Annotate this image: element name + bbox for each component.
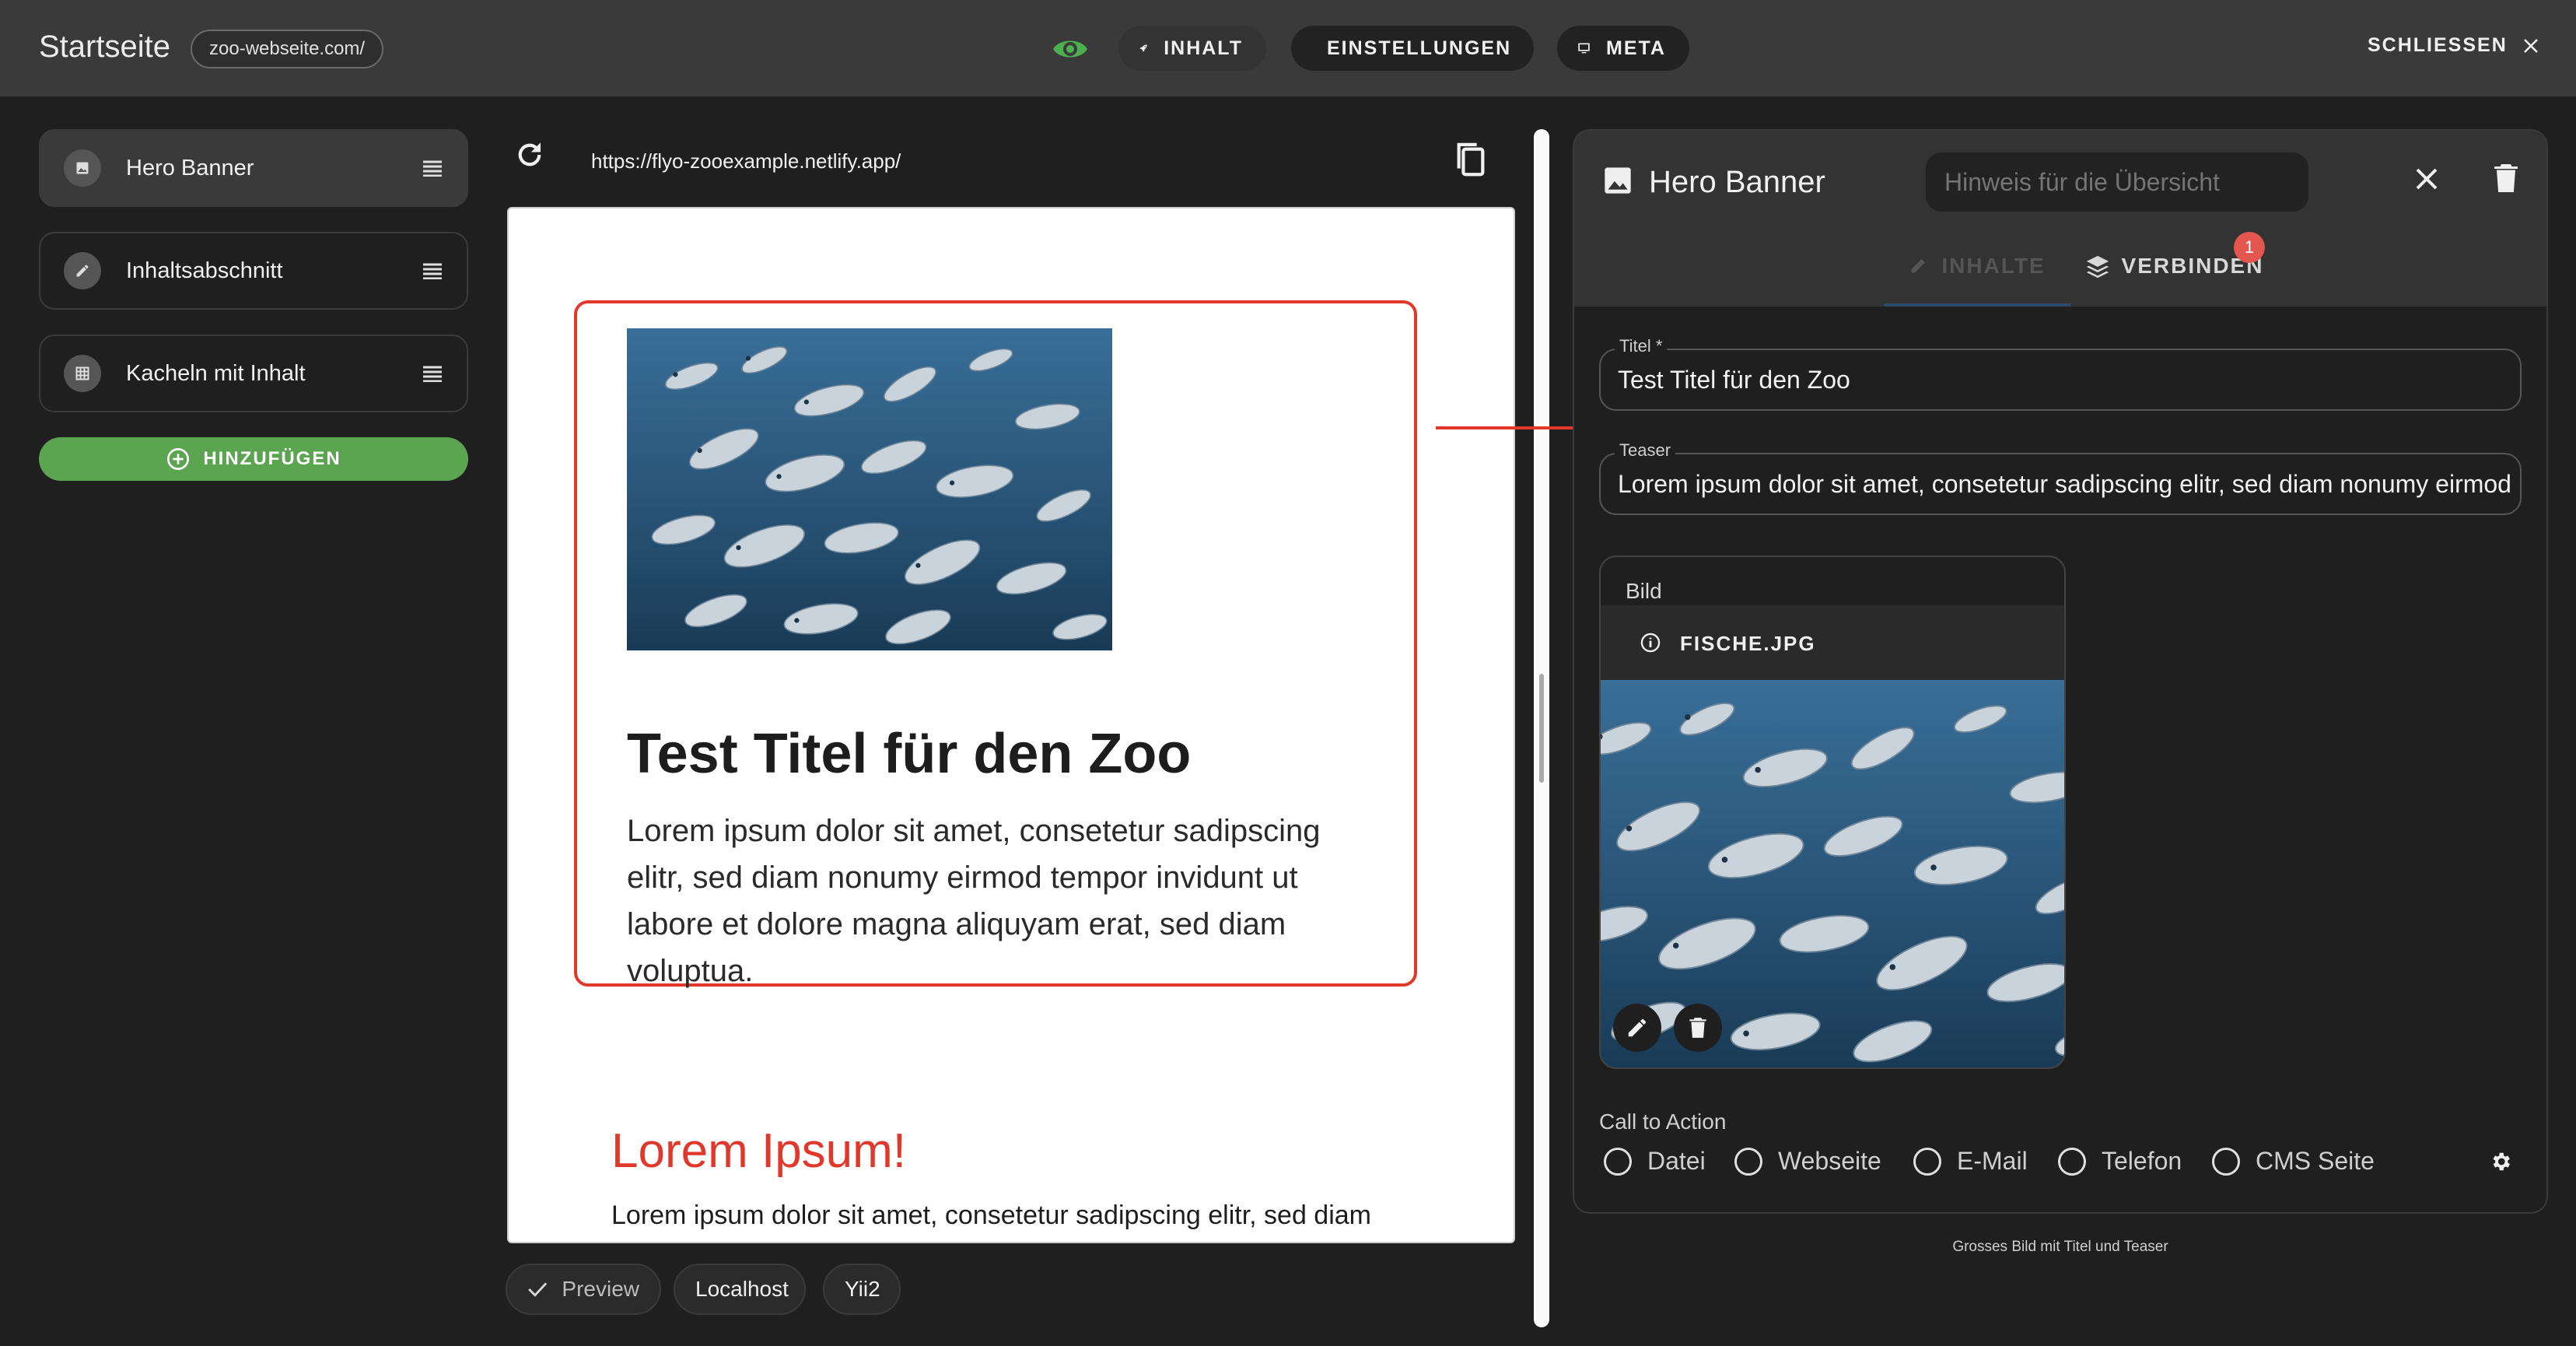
image-icon <box>64 149 101 187</box>
tab-inhalte[interactable]: INHALTE <box>1884 249 2070 307</box>
hero-teaser: Lorem ipsum dolor sit amet, consetetur s… <box>627 814 1321 988</box>
rocket-icon <box>1139 44 1147 52</box>
close-icon[interactable] <box>2413 165 2441 197</box>
top-bar <box>0 0 2576 96</box>
pencil-icon <box>64 252 101 289</box>
radio-circle[interactable] <box>2212 1147 2240 1176</box>
cta-option-label: E-Mail <box>1957 1147 2028 1175</box>
chip-preview[interactable]: Preview <box>506 1264 661 1315</box>
close-button[interactable]: SCHLIESSEN <box>2368 34 2540 57</box>
cta-option-webseite[interactable]: Webseite <box>1734 1147 1881 1176</box>
image-field-label: Bild <box>1626 579 1662 603</box>
teaser-field[interactable]: Teaser Lorem ipsum dolor sit amet, conse… <box>1599 440 2522 515</box>
tab-einstellungen[interactable]: EINSTELLUNGEN <box>1291 26 1534 71</box>
add-block-button[interactable]: HINZUFÜGEN <box>39 437 468 481</box>
chip-yii2[interactable]: Yii2 <box>823 1264 901 1315</box>
tab-einstellungen-label: EINSTELLUNGEN <box>1327 37 1512 59</box>
hero-title: Test Titel für den Zoo <box>627 723 1192 785</box>
page-title: Startseite <box>39 30 170 64</box>
cta-option-label: Telefon <box>2102 1147 2182 1175</box>
titel-field-label: Titel * <box>1615 336 1668 356</box>
info-icon <box>1640 632 1661 657</box>
cta-option-label: Datei <box>1647 1147 1706 1175</box>
preview-frame[interactable]: Test Titel für den Zoo Lorem ipsum dolor… <box>507 207 1515 1243</box>
chip-label: Yii2 <box>845 1277 880 1301</box>
chip-label: Preview <box>562 1277 639 1301</box>
image-field-card: Bild FISCHE.JPG <box>1599 556 2066 1069</box>
tab-inhalt[interactable]: INHALT <box>1118 26 1266 71</box>
pencil-icon <box>1628 1018 1647 1037</box>
sidebar-item-label: Hero Banner <box>126 155 254 181</box>
reload-icon[interactable] <box>513 138 546 175</box>
image-icon <box>1602 165 1633 200</box>
drag-handle-icon[interactable] <box>422 365 443 382</box>
cta-option-email[interactable]: E-Mail <box>1913 1147 2028 1176</box>
plus-circle-icon <box>167 448 190 470</box>
section-text: Lorem ipsum dolor sit amet, consetetur s… <box>611 1201 1372 1230</box>
sidebar-item-inhaltsabschnitt[interactable]: Inhaltsabschnitt <box>39 232 468 310</box>
tab-meta-label: META <box>1606 37 1666 59</box>
tab-inhalte-label: INHALTE <box>1941 254 2046 278</box>
copy-icon[interactable] <box>1453 140 1489 184</box>
cta-option-cms-seite[interactable]: CMS Seite <box>2212 1147 2375 1176</box>
radio-circle[interactable] <box>1913 1147 1941 1176</box>
resize-handle[interactable] <box>1539 674 1544 783</box>
sidebar-item-hero-banner[interactable]: Hero Banner <box>39 129 468 207</box>
radio-circle[interactable] <box>1734 1147 1762 1176</box>
image-thumbnail <box>1601 680 2064 1067</box>
tab-meta[interactable]: META <box>1557 26 1689 71</box>
trash-icon[interactable] <box>2492 162 2520 198</box>
trash-icon <box>1689 1018 1706 1038</box>
cta-option-label: Webseite <box>1778 1147 1881 1175</box>
layers-icon <box>2086 255 2109 279</box>
drag-handle-icon[interactable] <box>422 262 443 279</box>
chip-label: Localhost <box>695 1277 789 1301</box>
gear-icon[interactable] <box>2489 1150 2512 1177</box>
cta-option-label: CMS Seite <box>2256 1147 2375 1175</box>
file-name: FISCHE.JPG <box>1680 632 1816 655</box>
hero-image <box>627 328 1112 650</box>
tab-inhalt-label: INHALT <box>1164 37 1243 59</box>
drag-handle-icon[interactable] <box>422 159 443 177</box>
preview-url[interactable]: https://flyo-zooexample.netlify.app/ <box>591 149 901 174</box>
file-info-bar[interactable]: FISCHE.JPG <box>1601 605 2064 680</box>
edit-image-button[interactable] <box>1613 1004 1661 1052</box>
section-title: Lorem Ipsum! <box>611 1124 907 1178</box>
titel-field-value[interactable]: Test Titel für den Zoo <box>1618 366 2512 394</box>
grid-icon <box>64 355 101 392</box>
teaser-field-label: Teaser <box>1615 440 1676 461</box>
add-block-label: HINZUFÜGEN <box>203 448 341 469</box>
check-icon <box>528 1282 548 1297</box>
sidebar-item-label: Inhaltsabschnitt <box>126 258 283 283</box>
delete-image-button[interactable] <box>1674 1004 1722 1052</box>
eye-icon[interactable] <box>1052 34 1089 64</box>
sidebar-item-label: Kacheln mit Inhalt <box>126 360 306 386</box>
block-description: Grosses Bild mit Titel und Teaser <box>1952 1239 2168 1255</box>
pencil-icon <box>1911 259 1926 273</box>
radio-circle[interactable] <box>1604 1147 1632 1176</box>
notification-badge: 1 <box>2234 232 2265 263</box>
monitor-icon <box>1578 43 1590 54</box>
cta-label: Call to Action <box>1599 1109 1727 1134</box>
overview-hint-input[interactable] <box>1926 152 2308 212</box>
sidebar-item-kacheln[interactable]: Kacheln mit Inhalt <box>39 335 468 412</box>
teaser-field-value[interactable]: Lorem ipsum dolor sit amet, consetetur s… <box>1618 470 2512 499</box>
chip-localhost[interactable]: Localhost <box>674 1264 806 1315</box>
close-label: SCHLIESSEN <box>2368 34 2508 56</box>
site-url-chip[interactable]: zoo-webseite.com/ <box>191 30 384 68</box>
panel-title: Hero Banner <box>1649 165 1825 199</box>
titel-field[interactable]: Titel * Test Titel für den Zoo <box>1599 336 2522 411</box>
block-editor-panel: Hero Banner INHALTE VERBINDEN 1 Titel * … <box>1573 129 2548 1214</box>
close-icon <box>2523 38 2538 53</box>
cta-option-datei[interactable]: Datei <box>1604 1147 1706 1176</box>
cta-option-telefon[interactable]: Telefon <box>2058 1147 2182 1176</box>
radio-circle[interactable] <box>2058 1147 2086 1176</box>
